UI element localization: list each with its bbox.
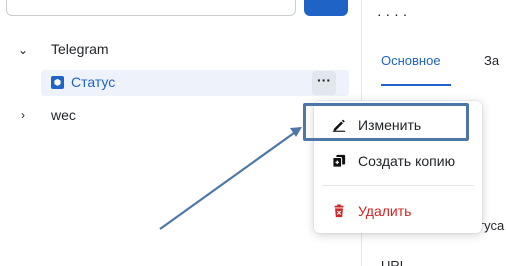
annotation-arrow bbox=[159, 127, 302, 230]
